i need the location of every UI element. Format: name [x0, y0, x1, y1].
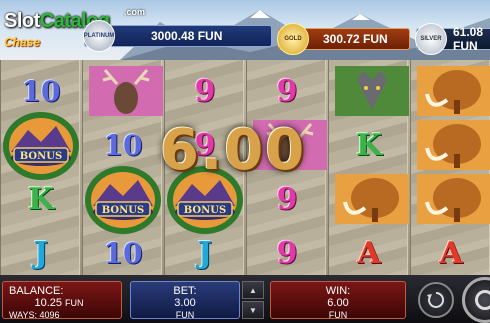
- svg-text:BONUS: BONUS: [20, 151, 62, 162]
- bet-unit: FUN: [175, 310, 195, 320]
- autoplay-button[interactable]: [418, 282, 454, 318]
- symbol-10: 10: [103, 236, 143, 270]
- platinum-jackpot: PLATINUM 3000.48 FUN: [83, 20, 272, 52]
- silver-jackpot-value: 61.08 FUN: [453, 25, 484, 53]
- win-amount-overlay: 6.00: [160, 118, 307, 183]
- reel-6: A: [410, 60, 490, 275]
- top-bar: SlotCatalog .com Chase PLATINUM 3000.48 …: [0, 0, 490, 60]
- symbol-k: K: [355, 127, 383, 163]
- logo-domain: .com: [124, 7, 146, 17]
- platinum-badge: PLATINUM: [83, 20, 115, 52]
- mammoth-symbol: [414, 118, 490, 172]
- symbol-k: K: [27, 181, 55, 217]
- gold-jackpot: GOLD 300.72 FUN: [277, 23, 410, 55]
- platinum-jackpot-value: 3000.48 FUN: [151, 29, 223, 43]
- autoplay-icon: [427, 291, 445, 308]
- ways-value: 4096: [39, 310, 60, 320]
- symbol-a: A: [439, 235, 463, 271]
- triangle-down-icon: ▼: [249, 305, 257, 315]
- bet-increase-button[interactable]: ▲: [242, 281, 264, 299]
- win-unit: FUN: [328, 310, 348, 320]
- reel-1: 10 BONUS K J: [0, 60, 80, 275]
- game-logo-text: Chase: [4, 35, 41, 49]
- bet-value: 3.00: [174, 297, 196, 309]
- bet-panel[interactable]: BET: 3.00 FUN: [130, 281, 240, 320]
- balance-value: 10.25: [34, 297, 62, 309]
- symbol-9: 9: [276, 235, 298, 271]
- balance-label: BALANCE:: [9, 285, 64, 297]
- win-panel: WIN: 6.00 FUN: [270, 281, 406, 320]
- ways-label: WAYS:: [9, 310, 38, 320]
- silver-jackpot: SILVER 61.08 FUN: [415, 23, 490, 55]
- balance-unit: FUN: [65, 298, 84, 308]
- balance-panel: BALANCE: 10.25 FUN WAYS: 4096: [2, 281, 122, 320]
- triangle-up-icon: ▲: [249, 285, 257, 295]
- win-value: 6.00: [327, 297, 349, 309]
- mammoth-symbol: [414, 172, 490, 226]
- bet-decrease-button[interactable]: ▼: [242, 301, 264, 319]
- win-label: WIN:: [325, 285, 351, 297]
- mammoth-symbol: [332, 172, 412, 226]
- deer-symbol: [86, 64, 166, 118]
- silver-badge: SILVER: [415, 23, 447, 55]
- gold-jackpot-value: 300.72 FUN: [323, 32, 388, 46]
- symbol-9: 9: [276, 73, 298, 109]
- mammoth-symbol: [414, 64, 490, 118]
- symbol-j: J: [197, 235, 213, 271]
- symbol-9: 9: [194, 73, 216, 109]
- symbol-a: A: [357, 235, 381, 271]
- logo-slot: Slot: [4, 10, 40, 32]
- spin-button[interactable]: [462, 277, 490, 323]
- gold-badge: GOLD: [277, 23, 309, 55]
- reel-5: KA: [328, 60, 409, 275]
- reel-2: 10 BONUS 10: [82, 60, 163, 275]
- bet-label: BET:: [173, 285, 197, 297]
- symbol-j: J: [33, 235, 49, 271]
- bottom-bar: BALANCE: 10.25 FUN WAYS: 4096 BET: 3.00 …: [0, 275, 490, 323]
- wolf-symbol: [332, 64, 412, 118]
- bet-arrows: ▲ ▼: [242, 281, 264, 319]
- svg-text:BONUS: BONUS: [184, 205, 226, 216]
- svg-text:BONUS: BONUS: [102, 205, 144, 216]
- spin-icon: [475, 290, 490, 310]
